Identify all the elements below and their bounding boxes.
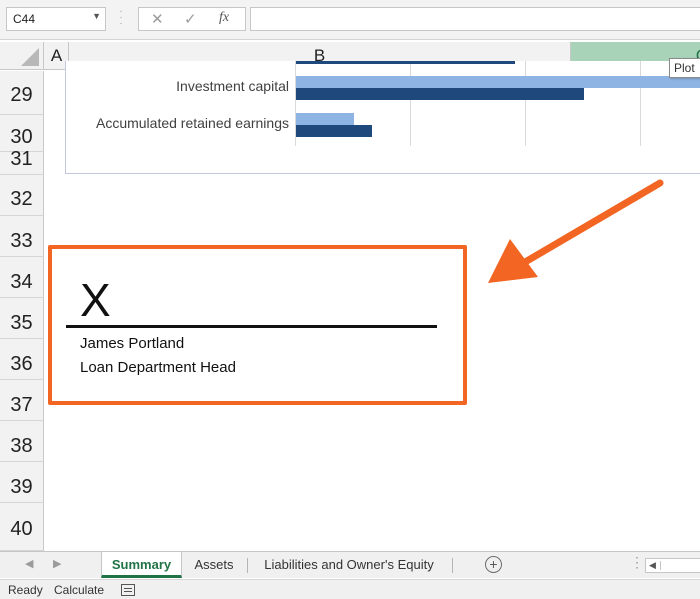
- chart-gridline: [640, 61, 641, 146]
- status-bar: Ready Calculate: [0, 579, 700, 599]
- arrow-icon: [488, 179, 664, 283]
- status-ready: Ready: [8, 583, 43, 597]
- row-header-33[interactable]: 33: [0, 216, 44, 257]
- tab-assets[interactable]: Assets: [184, 552, 244, 578]
- chart-bar: [296, 113, 354, 125]
- tab-liabilities[interactable]: Liabilities and Owner's Equity: [250, 552, 448, 578]
- formula-input[interactable]: [250, 7, 700, 31]
- more-options-icon[interactable]: · · ·: [118, 7, 124, 29]
- status-calculate[interactable]: Calculate: [54, 583, 104, 597]
- row-header-32[interactable]: 32: [0, 175, 44, 216]
- row-header-37[interactable]: 37: [0, 380, 44, 421]
- excel-window: C44 ▼ ··· ✕ ✓ fx A B C 29 30 31 32 33 34…: [0, 0, 700, 599]
- chart-gridline: [410, 61, 411, 146]
- enter-icon[interactable]: ✓: [184, 10, 197, 28]
- sheet-tab-bar: ◀ ▶ Summary Assets Liabilities and Owner…: [0, 551, 700, 578]
- tab-summary[interactable]: Summary: [101, 552, 182, 578]
- chevron-down-icon[interactable]: ▼: [92, 11, 101, 21]
- scrollbar-left-icon[interactable]: ◀: [649, 560, 656, 571]
- row-header-30[interactable]: 30: [0, 115, 44, 152]
- add-sheet-icon[interactable]: +: [485, 556, 502, 573]
- row-header-34[interactable]: 34: [0, 257, 44, 298]
- chart-tooltip: Plot: [669, 58, 700, 78]
- row-header-35[interactable]: 35: [0, 298, 44, 339]
- chart-bar: [296, 76, 700, 88]
- row-header-38[interactable]: 38: [0, 421, 44, 462]
- worksheet-grid[interactable]: Investment capital Accumulated retained …: [45, 61, 700, 551]
- scrollbar-grip-icon[interactable]: ⋮: [630, 554, 644, 571]
- formula-controls: ✕ ✓ fx: [138, 7, 246, 31]
- row-header-29[interactable]: 29: [0, 71, 44, 115]
- signature-block[interactable]: X James Portland Loan Department Head: [48, 245, 467, 405]
- chart-bar: [296, 88, 584, 100]
- chart-bar: [296, 125, 372, 137]
- row-header-39[interactable]: 39: [0, 462, 44, 503]
- chart-gridline: [525, 61, 526, 146]
- select-all-button[interactable]: [0, 42, 44, 70]
- signature-mark: X: [80, 274, 111, 326]
- bar-chart[interactable]: Investment capital Accumulated retained …: [65, 61, 700, 174]
- tab-separator: [247, 558, 248, 573]
- tab-separator: [452, 558, 453, 573]
- macro-recording-icon[interactable]: [121, 584, 135, 596]
- signer-title: Loan Department Head: [80, 359, 236, 376]
- name-box-value: C44: [13, 12, 36, 26]
- scroll-right-icon[interactable]: ▶: [53, 557, 61, 570]
- formula-bar: C44 ▼ · · · ✕ ✓ fx: [0, 0, 700, 40]
- name-box[interactable]: C44 ▼: [6, 7, 106, 31]
- scroll-left-icon[interactable]: ◀: [25, 557, 33, 570]
- cancel-icon[interactable]: ✕: [151, 10, 164, 28]
- signer-name: James Portland: [80, 335, 185, 352]
- scrollbar-thumb[interactable]: [660, 561, 700, 570]
- horizontal-scrollbar[interactable]: ◀: [645, 558, 700, 573]
- chart-label-investment: Investment capital: [176, 78, 289, 94]
- row-header-40[interactable]: 40: [0, 503, 44, 551]
- row-header-36[interactable]: 36: [0, 339, 44, 380]
- chart-bar-partial: [296, 61, 515, 64]
- row-header-31[interactable]: 31: [0, 149, 44, 175]
- insert-function-icon[interactable]: fx: [219, 10, 229, 26]
- chart-label-retained: Accumulated retained earnings: [95, 115, 289, 131]
- signature-line: [66, 325, 437, 328]
